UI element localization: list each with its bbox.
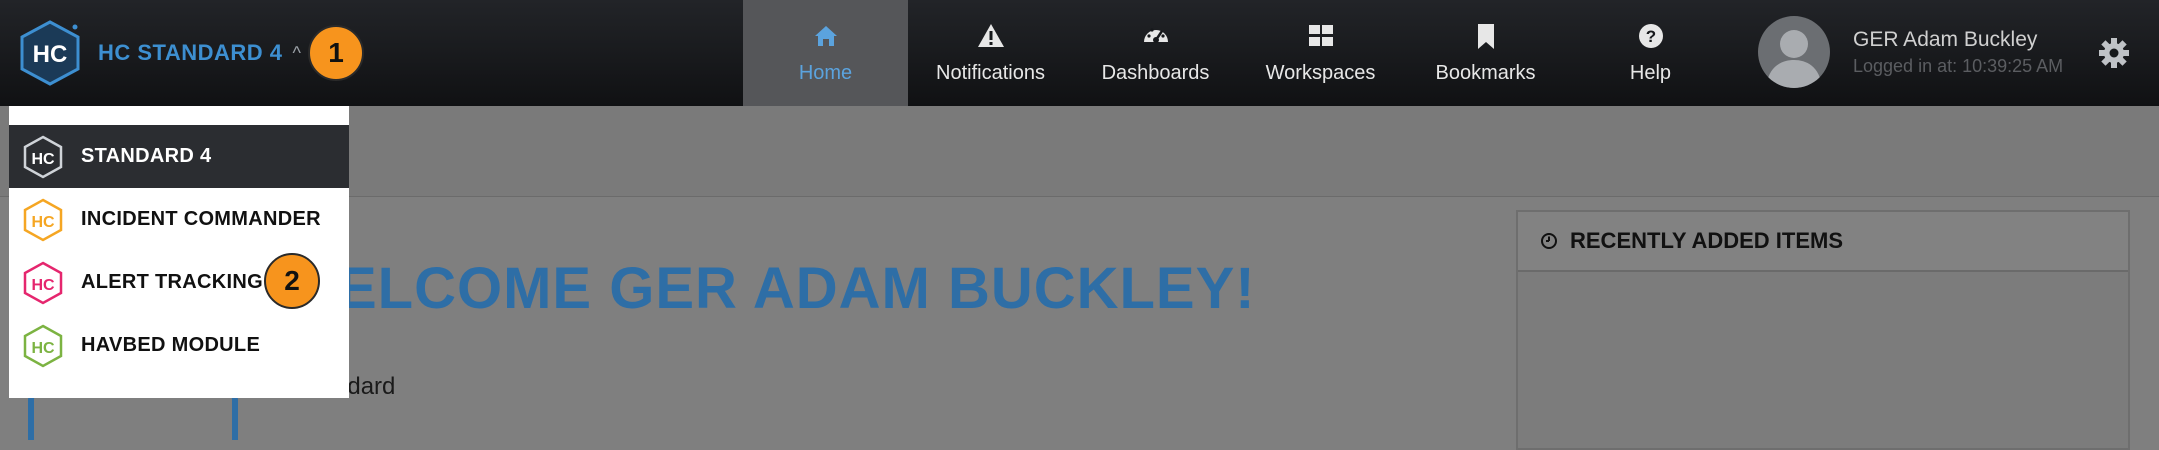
nav-label-workspaces: Workspaces — [1265, 61, 1376, 84]
welcome-heading: ELCOME GER ADAM BUCKLEY! — [338, 256, 1256, 321]
clock-icon — [1541, 233, 1557, 249]
login-time: Logged in at: 10:39:25 AM — [1853, 56, 2064, 76]
svg-text:HC: HC — [31, 277, 55, 294]
panel-header: RECENTLY ADDED ITEMS — [1518, 212, 2128, 272]
nav-label-dashboards: Dashboards — [1101, 61, 1210, 84]
help-icon: ? — [1638, 23, 1663, 48]
nav-label-bookmarks: Bookmarks — [1435, 61, 1536, 84]
main-nav: Home Notifications Dashboards Workspaces… — [743, 0, 1733, 106]
nav-help[interactable]: ? Help — [1568, 0, 1733, 106]
nav-dashboards[interactable]: Dashboards — [1073, 0, 1238, 106]
app-name: HC STANDARD 4 — [98, 40, 283, 65]
logo-text: HC — [33, 41, 68, 68]
svg-text:HC: HC — [31, 214, 55, 231]
module-item-havbed-module[interactable]: HC HAVBED MODULE — [9, 314, 349, 377]
hc-incident-commander-icon: HC — [23, 198, 63, 241]
avatar[interactable] — [1758, 16, 1830, 88]
module-item-incident-commander[interactable]: HC INCIDENT COMMANDER — [9, 188, 349, 251]
nav-label-help: Help — [1629, 61, 1672, 84]
chevron-up-icon[interactable]: ^ — [293, 43, 301, 64]
callout-badge-1: 1 — [308, 25, 364, 81]
gauge-icon — [1143, 27, 1168, 43]
module-label: INCIDENT COMMANDER — [81, 208, 321, 230]
gear-icon[interactable] — [2097, 36, 2131, 70]
module-switcher[interactable]: HC HC STANDARD 4 ^ — [18, 18, 301, 88]
warning-icon — [977, 23, 1004, 47]
hc-logo-icon: HC — [20, 20, 80, 86]
user-name: GER Adam Buckley — [1853, 28, 2038, 51]
panel-title: RECENTLY ADDED ITEMS — [1570, 228, 1844, 253]
home-icon — [814, 25, 837, 46]
svg-text:HC: HC — [31, 151, 55, 168]
svg-text:?: ? — [1645, 27, 1655, 46]
hc-standard-icon: HC — [23, 135, 63, 178]
hc-havbed-icon: HC — [23, 324, 63, 367]
module-label: HAVBED MODULE — [81, 334, 261, 356]
user-silhouette-icon — [1766, 30, 1822, 88]
module-item-standard-4[interactable]: HC STANDARD 4 — [9, 125, 349, 188]
nav-label-home: Home — [798, 61, 853, 84]
hc-alert-tracking-icon: HC — [23, 261, 63, 304]
module-label: STANDARD 4 — [81, 145, 212, 167]
bookmark-icon — [1477, 23, 1494, 49]
nav-bookmarks[interactable]: Bookmarks — [1403, 0, 1568, 106]
module-label: ALERT TRACKING — [81, 271, 263, 293]
svg-text:HC: HC — [31, 340, 55, 357]
nav-notifications[interactable]: Notifications — [908, 0, 1073, 106]
nav-home[interactable]: Home — [743, 0, 908, 106]
nav-workspaces[interactable]: Workspaces — [1238, 0, 1403, 106]
callout-badge-2: 2 — [264, 253, 320, 309]
module-dropdown: HC STANDARD 4 HC INCIDENT COMMANDER HC A… — [9, 106, 349, 398]
top-bar: HC HC STANDARD 4 ^ 1 Home Notifications … — [0, 0, 2159, 106]
recently-added-panel: RECENTLY ADDED ITEMS — [1516, 210, 2130, 450]
grid-icon — [1308, 24, 1333, 46]
nav-label-notifications: Notifications — [936, 61, 1045, 84]
